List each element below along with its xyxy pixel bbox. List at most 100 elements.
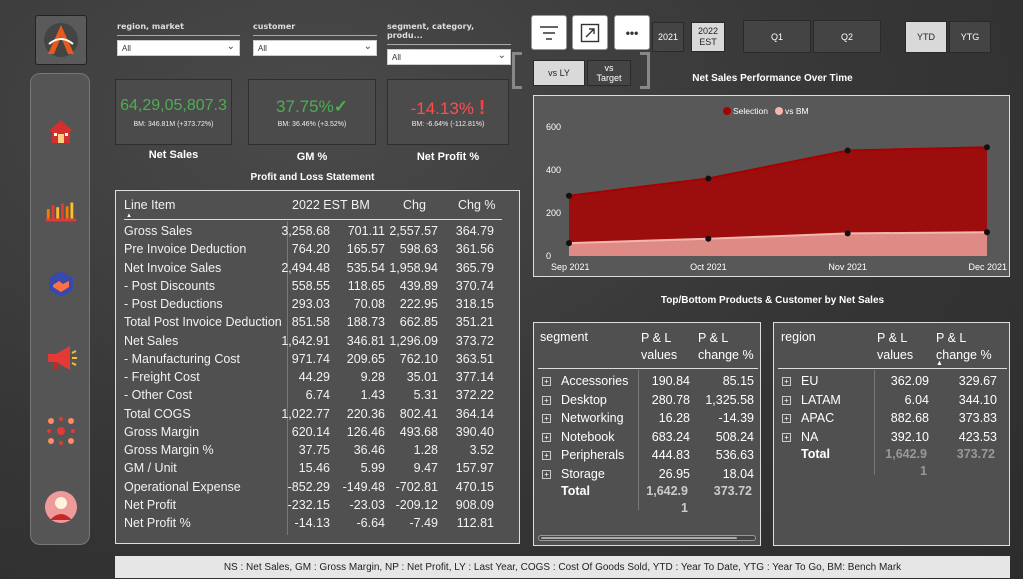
region-table: region P & L values P & L change % ▲ + EU… xyxy=(773,322,1010,546)
segment-row[interactable]: + Accessories 190.84 85.15 xyxy=(534,374,762,392)
chevron-down-icon: ⌄ xyxy=(363,41,372,52)
table-row[interactable]: - Post Discounts 558.55 118.65 439.89 370.74 xyxy=(116,279,506,297)
ytg-button[interactable]: YTG xyxy=(949,21,991,53)
header-chg-pct[interactable]: Chg % xyxy=(458,198,496,212)
table-row[interactable]: Pre Invoice Deduction 764.20 165.57 598.63 3… xyxy=(116,242,506,260)
vs-ly-button[interactable]: vs LY xyxy=(533,60,585,86)
kpi-value: -14.13% xyxy=(410,99,474,118)
region-row[interactable]: + LATAM 6.04 344.10 xyxy=(774,393,1011,411)
filter-menu-button[interactable] xyxy=(531,15,567,50)
header-pl-change[interactable]: P & L change % xyxy=(698,330,754,364)
header-line-item[interactable]: Line Item xyxy=(124,198,175,212)
expand-icon[interactable]: + xyxy=(782,377,791,386)
region-row[interactable]: + EU 362.09 329.67 xyxy=(774,374,1011,392)
data-point xyxy=(705,235,712,242)
table-row[interactable]: Net Sales 1,642.91 346.81 1,296.09 373.72 xyxy=(116,334,506,352)
kpi-card-net-sales[interactable]: 64,29,05,807.3 BM: 346.81M (+373.72%) xyxy=(115,79,232,145)
value-cell: 701.11 xyxy=(347,224,385,238)
table-row[interactable]: Net Profit -232.15 -23.03 -209.12 908.09 xyxy=(116,498,506,516)
line-item-cell: - Freight Cost xyxy=(124,370,200,384)
value-cell: 971.74 xyxy=(291,351,330,366)
user-profile-icon[interactable] xyxy=(44,490,78,524)
kpi-card-gm-percent[interactable]: 37.75%✓ BM: 36.46% (+3.52%) xyxy=(248,79,376,145)
value-cell: 188.73 xyxy=(346,315,385,330)
kpi-label-net-sales: Net Sales xyxy=(148,149,199,161)
segment-row[interactable]: + Storage 26.95 18.04 xyxy=(534,467,762,485)
table-row[interactable]: - Freight Cost 44.29 9.28 35.01 377.14 xyxy=(116,370,506,388)
header-chg[interactable]: Chg xyxy=(403,198,426,212)
expand-icon[interactable]: + xyxy=(542,469,551,479)
table-row[interactable]: Net Profit % -14.13 -6.64 -7.49 112.81 xyxy=(116,516,506,534)
table-row[interactable]: Gross Margin 620.14 126.46 493.68 390.40 xyxy=(116,425,506,443)
bracket-bottom-left xyxy=(512,86,522,89)
header-pl-values[interactable]: P & L values xyxy=(877,330,913,364)
table-row[interactable]: GM / Unit 15.46 5.99 9.47 157.97 xyxy=(116,461,506,479)
header-pl-change[interactable]: P & L change % xyxy=(936,330,992,364)
topbottom-title: Top/Bottom Products & Customer by Net Sa… xyxy=(660,295,885,306)
home-icon[interactable] xyxy=(44,114,78,148)
region-market-dropdown[interactable]: All ⌄ xyxy=(117,40,240,56)
filter-segment-category: segment, category, produ... All ⌄ xyxy=(387,22,511,65)
quarter-q1-button[interactable]: Q1 xyxy=(743,20,811,53)
horizontal-scrollbar[interactable] xyxy=(538,535,756,541)
table-row[interactable]: Total COGS 1,022.77 220.36 802.41 364.14 xyxy=(116,407,506,425)
header-segment[interactable]: segment xyxy=(540,330,588,344)
network-icon[interactable] xyxy=(44,414,78,448)
partnership-icon[interactable] xyxy=(44,267,78,301)
scrollbar-thumb[interactable] xyxy=(541,537,737,539)
ytd-button[interactable]: YTD xyxy=(905,21,947,53)
expand-icon[interactable]: + xyxy=(782,432,791,442)
expand-icon[interactable]: + xyxy=(542,451,551,460)
segment-row[interactable]: + Peripherals 444.83 536.63 xyxy=(534,448,762,466)
header-bm[interactable]: BM xyxy=(351,198,370,212)
expand-icon[interactable]: + xyxy=(542,395,551,405)
expand-icon[interactable]: + xyxy=(782,414,791,423)
net-sales-area-chart[interactable]: 0 200 400 600 Sep 2021 Oct 2021 Nov 2021 Dec 20… xyxy=(534,96,1009,276)
y-tick-label: 0 xyxy=(546,251,551,261)
value-cell: 439.89 xyxy=(399,278,438,293)
y-tick-label: 200 xyxy=(546,208,561,218)
vs-target-button[interactable]: vs Target xyxy=(587,60,631,86)
expand-icon[interactable]: + xyxy=(782,395,791,405)
segment-row[interactable]: + Notebook 683.24 508.24 xyxy=(534,430,762,448)
year-2021-button[interactable]: 2021 xyxy=(652,22,684,52)
value-cell: 1,022.77 xyxy=(281,406,330,421)
table-row[interactable]: - Manufacturing Cost 971.74 209.65 762.10 36… xyxy=(116,352,506,370)
region-row[interactable]: + NA 392.10 423.53 xyxy=(774,430,1011,448)
segment-row[interactable]: + Desktop 280.78 1,325.58 xyxy=(534,393,762,411)
table-row[interactable]: Operational Expense -852.29 -149.48 -702.81… xyxy=(116,480,506,498)
table-row[interactable]: Total Post Invoice Deduction 851.58 188.73… xyxy=(116,315,506,333)
segment-row[interactable]: + Networking 16.28 -14.39 xyxy=(534,411,762,429)
kpi-benchmark: BM: 36.46% (+3.52%) xyxy=(277,121,347,128)
expand-button[interactable] xyxy=(572,15,608,50)
year-2022-est-button[interactable]: 2022 EST xyxy=(691,22,725,52)
line-item-cell: - Post Deductions xyxy=(124,297,223,311)
total-value: 1,642.9 xyxy=(646,484,688,498)
kpi-card-net-profit-percent[interactable]: -14.13% ! BM: -6.64% (-112.81%) xyxy=(387,79,509,145)
table-row[interactable]: - Other Cost 6.74 1.43 5.31 372.22 xyxy=(116,388,506,406)
table-row[interactable]: Net Invoice Sales 2,494.48 535.54 1,958.94 3… xyxy=(116,261,506,279)
expand-icon[interactable]: + xyxy=(542,377,551,386)
region-row[interactable]: + APAC 882.68 373.83 xyxy=(774,411,1011,429)
sidebar-nav xyxy=(30,73,90,545)
total-change: 373.72 xyxy=(713,484,752,498)
segment-category-dropdown[interactable]: All ⌄ xyxy=(387,49,511,65)
value-cell: 365.79 xyxy=(455,260,494,275)
table-row[interactable]: - Post Deductions 293.03 70.08 222.95 318.15 xyxy=(116,297,506,315)
quarter-q2-button[interactable]: Q2 xyxy=(813,20,881,53)
table-row[interactable]: Gross Margin % 37.75 36.46 1.28 3.52 xyxy=(116,443,506,461)
table-row[interactable]: Gross Sales 3,258.68 701.11 2,557.57 364.79 xyxy=(116,224,506,242)
value-cell: 35.01 xyxy=(406,370,438,384)
header-region[interactable]: region xyxy=(781,330,816,344)
more-options-button[interactable]: ••• xyxy=(614,15,650,50)
expand-icon[interactable]: + xyxy=(542,432,551,442)
marketing-megaphone-icon[interactable] xyxy=(44,341,78,375)
legend-marker xyxy=(723,107,731,115)
region-name: EU xyxy=(801,374,819,388)
header-pl-values[interactable]: P & L values xyxy=(641,330,677,364)
customer-dropdown[interactable]: All ⌄ xyxy=(253,40,377,56)
sales-report-icon[interactable] xyxy=(44,194,78,228)
expand-icon[interactable]: + xyxy=(542,414,551,423)
header-2022-est[interactable]: 2022 EST xyxy=(292,198,348,212)
value-cell: 370.74 xyxy=(455,278,494,293)
